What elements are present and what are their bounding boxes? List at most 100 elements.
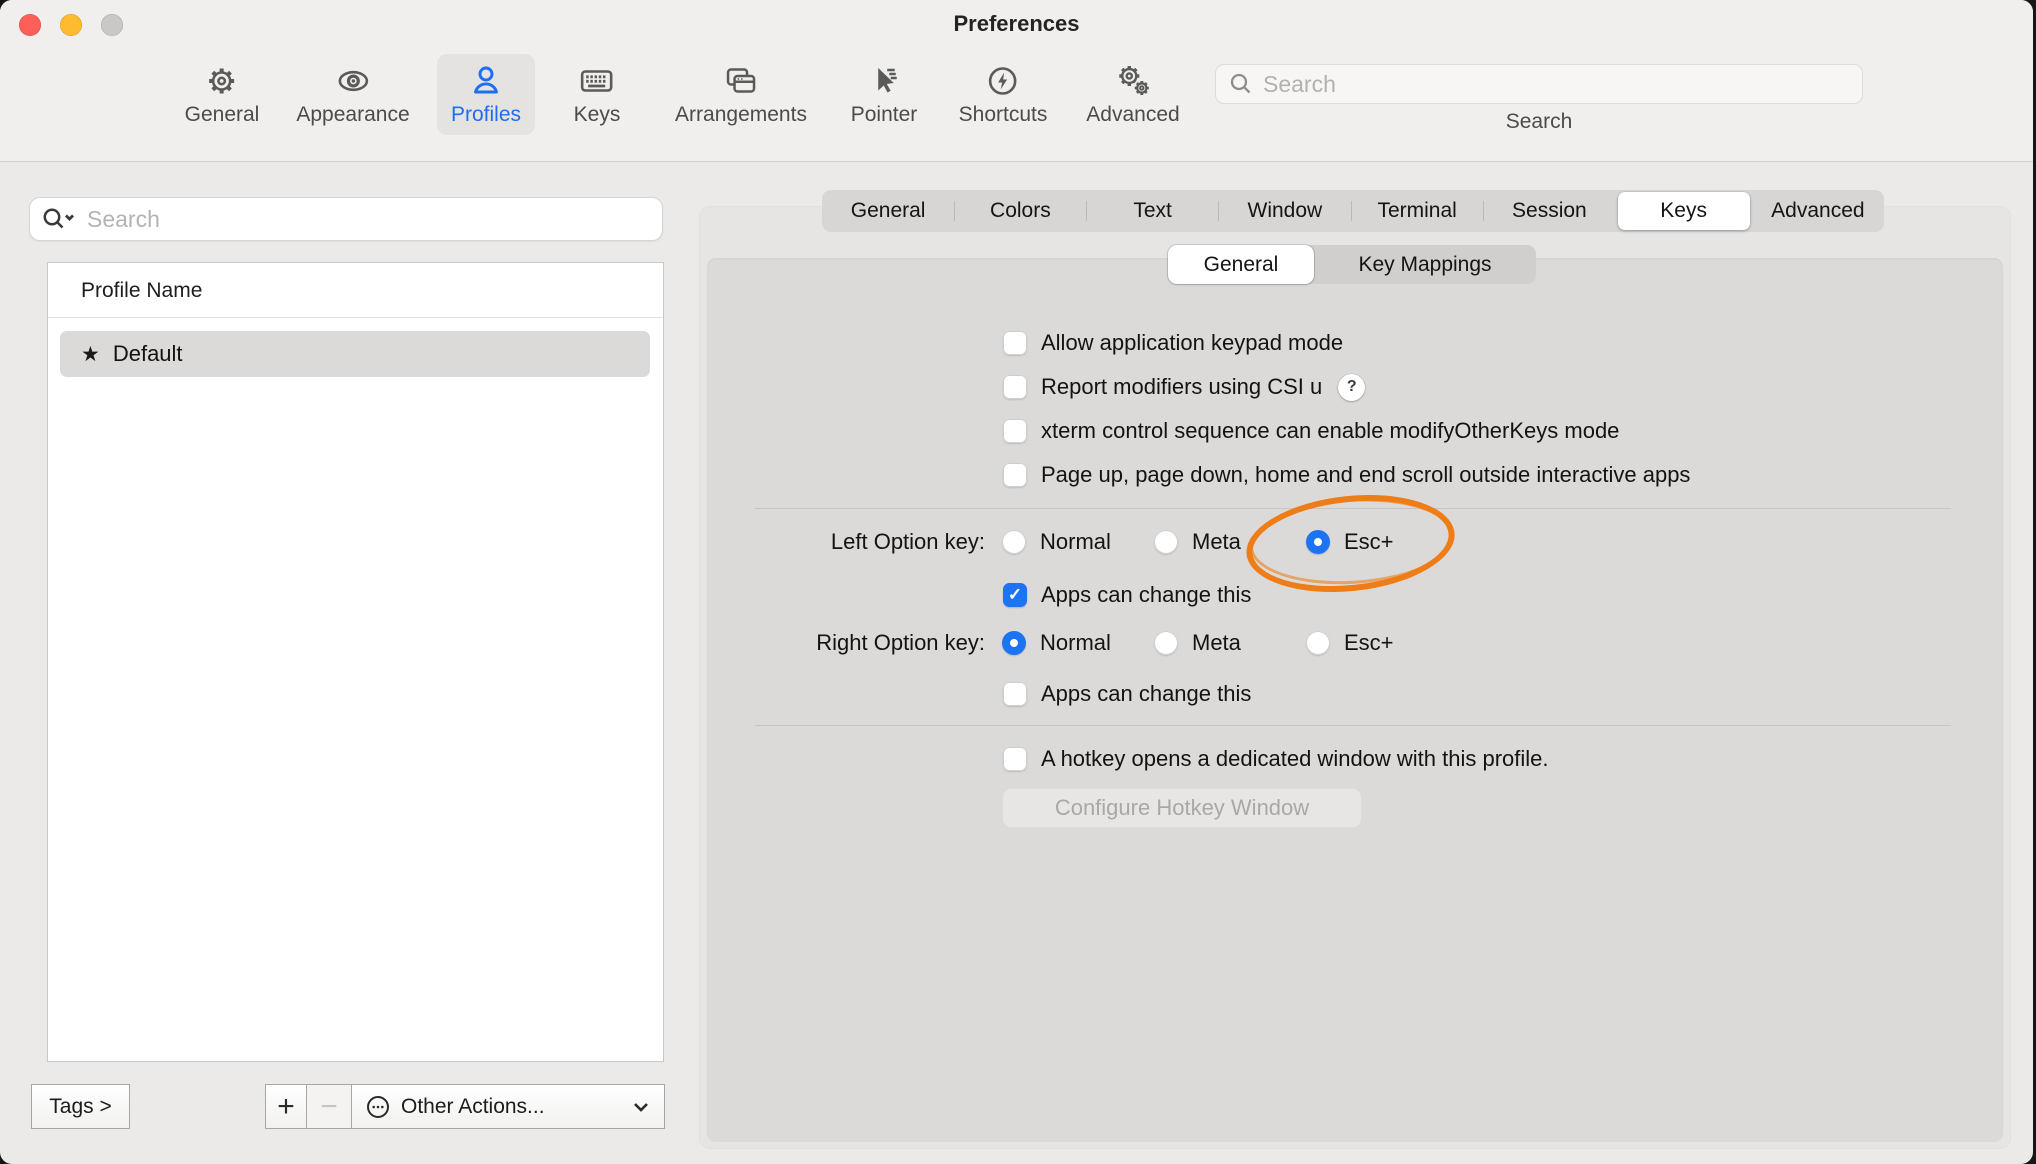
toolbar-search-caption: Search bbox=[1215, 110, 1863, 134]
checkbox-label: Page up, page down, home and end scroll … bbox=[1041, 462, 1690, 488]
toolbar-item-advanced[interactable]: Advanced bbox=[1086, 61, 1179, 127]
profile-tab-bar: General Colors Text Window Terminal Sess… bbox=[822, 190, 1884, 232]
separator bbox=[755, 725, 1951, 726]
radio-label: Meta bbox=[1192, 630, 1241, 656]
profile-list: Profile Name ★ Default bbox=[47, 262, 664, 1062]
checkbox-row-modify-other-keys[interactable]: xterm control sequence can enable modify… bbox=[1003, 417, 1619, 445]
add-profile-button[interactable]: + bbox=[265, 1084, 307, 1129]
toolbar-item-appearance[interactable]: Appearance bbox=[296, 61, 409, 127]
search-menu-icon bbox=[40, 205, 78, 233]
radio-right-esc[interactable]: Esc+ bbox=[1306, 629, 1394, 657]
toolbar-item-profiles[interactable]: Profiles bbox=[437, 54, 535, 135]
toolbar-item-label: Appearance bbox=[296, 103, 409, 127]
checkbox-label: Allow application keypad mode bbox=[1041, 330, 1343, 356]
subtab-general[interactable]: General bbox=[1168, 245, 1314, 284]
checkbox-row-page-scroll[interactable]: Page up, page down, home and end scroll … bbox=[1003, 461, 1690, 489]
toolbar-item-pointer[interactable]: Pointer bbox=[851, 61, 918, 127]
gear-icon bbox=[200, 61, 244, 101]
toolbar-item-shortcuts[interactable]: Shortcuts bbox=[959, 61, 1048, 127]
tags-button[interactable]: Tags > bbox=[31, 1084, 130, 1129]
profile-row-default[interactable]: ★ Default bbox=[60, 331, 650, 377]
keyboard-icon bbox=[575, 61, 619, 101]
checkbox-label: xterm control sequence can enable modify… bbox=[1041, 418, 1619, 444]
checkbox-label: Apps can change this bbox=[1041, 582, 1251, 608]
checkbox[interactable] bbox=[1003, 747, 1027, 771]
circle-ellipsis-icon bbox=[365, 1094, 391, 1120]
toolbar-search-field[interactable] bbox=[1215, 64, 1863, 104]
other-actions-label: Other Actions... bbox=[401, 1095, 545, 1119]
cursor-icon bbox=[862, 61, 906, 101]
tab-session[interactable]: Session bbox=[1483, 190, 1615, 232]
windows-icon bbox=[719, 61, 763, 101]
toolbar-item-label: Shortcuts bbox=[959, 103, 1048, 127]
checkbox[interactable] bbox=[1003, 419, 1027, 443]
remove-profile-button: − bbox=[306, 1084, 352, 1129]
search-icon bbox=[1228, 71, 1254, 97]
checkbox[interactable] bbox=[1003, 682, 1027, 706]
profile-list-header: Profile Name bbox=[48, 263, 663, 318]
lightning-bolt-icon bbox=[981, 61, 1025, 101]
radio-right-normal[interactable]: Normal bbox=[1002, 629, 1111, 657]
tab-advanced[interactable]: Advanced bbox=[1752, 190, 1884, 232]
checkbox-label: Apps can change this bbox=[1041, 681, 1251, 707]
checkbox-row-left-apps-can-change[interactable]: Apps can change this bbox=[1003, 581, 1251, 609]
tab-text[interactable]: Text bbox=[1087, 190, 1219, 232]
radio-button[interactable] bbox=[1154, 530, 1178, 554]
subtab-key-mappings[interactable]: Key Mappings bbox=[1314, 245, 1536, 284]
eye-icon bbox=[331, 61, 375, 101]
toolbar-item-label: Arrangements bbox=[675, 103, 807, 127]
radio-left-meta[interactable]: Meta bbox=[1154, 528, 1241, 556]
toolbar-item-arrangements[interactable]: Arrangements bbox=[675, 61, 807, 127]
radio-button[interactable] bbox=[1154, 631, 1178, 655]
checkbox-row-hotkey-window[interactable]: A hotkey opens a dedicated window with t… bbox=[1003, 745, 1549, 773]
checkbox[interactable] bbox=[1003, 463, 1027, 487]
checkbox[interactable] bbox=[1003, 583, 1027, 607]
person-icon bbox=[464, 61, 508, 101]
checkbox-row-csi-u[interactable]: Report modifiers using CSI u ? bbox=[1003, 373, 1365, 401]
right-option-key-label: Right Option key: bbox=[680, 629, 985, 657]
radio-label: Normal bbox=[1040, 529, 1111, 555]
toolbar-item-label: Advanced bbox=[1086, 103, 1179, 127]
titlebar-toolbar: Preferences General bbox=[0, 0, 2033, 162]
toolbar-item-label: Profiles bbox=[451, 103, 521, 127]
checkbox-label: A hotkey opens a dedicated window with t… bbox=[1041, 746, 1549, 772]
profile-name: Default bbox=[113, 341, 183, 367]
tab-window[interactable]: Window bbox=[1219, 190, 1351, 232]
radio-right-meta[interactable]: Meta bbox=[1154, 629, 1241, 657]
toolbar-item-label: Keys bbox=[574, 103, 621, 127]
configure-hotkey-window-button: Configure Hotkey Window bbox=[1002, 788, 1362, 828]
other-actions-dropdown[interactable]: Other Actions... bbox=[351, 1084, 665, 1129]
tab-keys[interactable]: Keys bbox=[1618, 192, 1750, 230]
radio-button[interactable] bbox=[1002, 530, 1026, 554]
left-option-key-label: Left Option key: bbox=[680, 528, 985, 556]
profile-search-field[interactable] bbox=[29, 197, 663, 241]
checkbox[interactable] bbox=[1003, 375, 1027, 399]
checkbox-row-keypad-mode[interactable]: Allow application keypad mode bbox=[1003, 329, 1343, 357]
tab-general[interactable]: General bbox=[822, 190, 954, 232]
checkbox-row-right-apps-can-change[interactable]: Apps can change this bbox=[1003, 680, 1251, 708]
profile-search-input[interactable] bbox=[87, 206, 652, 233]
window-title: Preferences bbox=[0, 11, 2033, 37]
toolbar-item-label: General bbox=[185, 103, 260, 127]
tab-colors[interactable]: Colors bbox=[954, 190, 1086, 232]
radio-label: Normal bbox=[1040, 630, 1111, 656]
toolbar-item-general[interactable]: General bbox=[185, 61, 260, 127]
help-button[interactable]: ? bbox=[1338, 374, 1365, 401]
radio-button[interactable] bbox=[1306, 631, 1330, 655]
checkbox[interactable] bbox=[1003, 331, 1027, 355]
gears-icon bbox=[1111, 61, 1155, 101]
preferences-window: Preferences General bbox=[0, 0, 2033, 1164]
radio-label: Meta bbox=[1192, 529, 1241, 555]
radio-label: Esc+ bbox=[1344, 630, 1394, 656]
radio-button[interactable] bbox=[1002, 631, 1026, 655]
screenshot: Preferences General bbox=[0, 0, 2036, 1164]
search-input[interactable] bbox=[1263, 71, 1850, 98]
keys-subtab-bar: General Key Mappings bbox=[1168, 245, 1536, 284]
toolbar-item-label: Pointer bbox=[851, 103, 918, 127]
radio-left-normal[interactable]: Normal bbox=[1002, 528, 1111, 556]
toolbar-item-keys[interactable]: Keys bbox=[574, 61, 621, 127]
star-icon: ★ bbox=[81, 342, 100, 367]
tab-terminal[interactable]: Terminal bbox=[1351, 190, 1483, 232]
chevron-down-icon bbox=[631, 1100, 651, 1114]
checkbox-label: Report modifiers using CSI u bbox=[1041, 374, 1322, 400]
